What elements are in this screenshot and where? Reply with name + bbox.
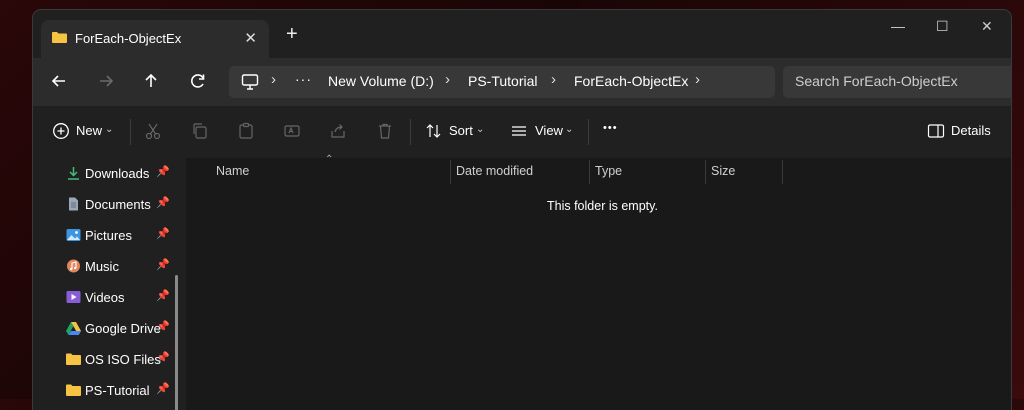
sidebar-item-os-iso-files[interactable]: OS ISO Files 📌 — [66, 350, 186, 370]
share-icon[interactable] — [329, 122, 347, 140]
sidebar-item-label: PS-Tutorial — [85, 383, 150, 398]
navigation-bar: › ··· New Volume (D:) › PS-Tutorial › Fo… — [33, 58, 1011, 106]
sidebar-item-label: Pictures — [85, 228, 132, 243]
breadcrumb-more[interactable]: ··· — [295, 71, 312, 87]
close-tab-icon[interactable]: ✕ — [244, 29, 257, 47]
pin-icon: 📌 — [156, 321, 170, 333]
pin-icon: 📌 — [156, 259, 170, 271]
pictures-icon — [66, 229, 81, 241]
chevron-down-icon[interactable]: ⌄ — [105, 124, 113, 135]
details-pane-icon[interactable] — [927, 122, 945, 140]
chevron-right-icon[interactable]: › — [695, 71, 700, 88]
sidebar-item-label: OS ISO Files — [85, 352, 161, 367]
sidebar-item-downloads[interactable]: Downloads 📌 — [66, 164, 186, 184]
tab-foreach-objectex[interactable]: ForEach-ObjectEx ✕ — [41, 20, 269, 58]
folder-icon — [66, 384, 81, 396]
pin-icon: 📌 — [156, 166, 170, 178]
command-bar: New ⌄ Sort ⌄ View ⌄ ••• Details — [33, 106, 1011, 159]
file-list: ⌃ Name Date modified Type Size This fold… — [186, 154, 1011, 410]
search-input[interactable]: Search ForEach-ObjectEx — [795, 73, 958, 89]
column-header-date-modified[interactable]: Date modified — [456, 164, 533, 178]
google-drive-icon — [66, 322, 81, 335]
chevron-down-icon[interactable]: ⌄ — [476, 124, 484, 135]
chevron-right-icon[interactable]: › — [551, 71, 556, 88]
sidebar-item-music[interactable]: Music 📌 — [66, 257, 186, 277]
folder-icon — [52, 32, 67, 43]
sidebar-item-label: Music — [85, 259, 119, 274]
empty-folder-message: This folder is empty. — [547, 199, 658, 213]
tab-title: ForEach-ObjectEx — [75, 31, 182, 46]
new-tab-button[interactable]: + — [286, 24, 298, 44]
minimize-button[interactable]: — — [891, 18, 905, 34]
forward-arrow-icon[interactable] — [96, 71, 116, 91]
sidebar-item-label: Downloads — [85, 166, 150, 181]
refresh-icon[interactable] — [188, 71, 208, 91]
chevron-right-icon[interactable]: › — [445, 71, 450, 88]
column-divider[interactable] — [589, 160, 590, 184]
sidebar-item-google-drive[interactable]: Google Drive 📌 — [66, 319, 186, 339]
pin-icon: 📌 — [156, 290, 170, 302]
pin-icon: 📌 — [156, 352, 170, 364]
breadcrumb-ps-tutorial[interactable]: PS-Tutorial — [468, 73, 538, 89]
delete-icon[interactable] — [376, 122, 394, 140]
maximize-button[interactable]: ☐ — [936, 18, 949, 35]
videos-icon — [66, 291, 81, 303]
up-arrow-icon[interactable] — [141, 71, 161, 91]
title-bar: ForEach-ObjectEx ✕ + — ☐ ✕ — [33, 10, 1011, 58]
sidebar-item-label: Videos — [85, 290, 125, 305]
column-divider[interactable] — [782, 160, 783, 184]
close-window-button[interactable]: ✕ — [981, 18, 993, 35]
details-button[interactable]: Details — [951, 123, 991, 138]
column-header-size[interactable]: Size — [711, 164, 735, 178]
column-header-name[interactable]: Name — [216, 164, 249, 178]
sidebar-item-videos[interactable]: Videos 📌 — [66, 288, 186, 308]
column-header-type[interactable]: Type — [595, 164, 622, 178]
sort-ascending-icon: ⌃ — [325, 154, 334, 165]
search-box[interactable]: Search ForEach-ObjectEx — [783, 66, 1011, 98]
rename-icon[interactable] — [283, 122, 301, 140]
sidebar-item-label: Google Drive — [85, 321, 161, 336]
sidebar-item-pictures[interactable]: Pictures 📌 — [66, 226, 186, 246]
view-button[interactable]: View — [535, 123, 563, 138]
back-arrow-icon[interactable] — [49, 71, 69, 91]
this-pc-icon[interactable] — [241, 73, 259, 91]
breadcrumb-new-volume[interactable]: New Volume (D:) — [328, 73, 434, 89]
file-explorer-window: ForEach-ObjectEx ✕ + — ☐ ✕ › ··· New Vol… — [33, 10, 1011, 410]
paste-icon[interactable] — [237, 122, 255, 140]
sort-button[interactable]: Sort — [449, 123, 473, 138]
see-more-button[interactable]: ••• — [603, 122, 618, 134]
sidebar-scrollbar[interactable] — [175, 275, 178, 410]
pin-icon: 📌 — [156, 383, 170, 395]
navigation-pane: Downloads 📌 Documents 📌 Pictures 📌 Music… — [33, 158, 186, 410]
new-button[interactable]: New — [76, 123, 102, 138]
sidebar-item-label: Documents — [85, 197, 151, 212]
sort-icon[interactable] — [425, 122, 443, 140]
pin-icon: 📌 — [156, 197, 170, 209]
breadcrumb-foreach-objectex[interactable]: ForEach-ObjectEx — [574, 73, 688, 89]
divider — [410, 119, 411, 145]
pin-icon: 📌 — [156, 228, 170, 240]
view-list-icon[interactable] — [510, 122, 528, 140]
download-icon — [68, 167, 79, 180]
cut-icon[interactable] — [144, 122, 162, 140]
chevron-right-icon[interactable]: › — [271, 71, 276, 88]
folder-icon — [66, 353, 81, 365]
sidebar-item-ps-tutorial[interactable]: PS-Tutorial 📌 — [66, 381, 186, 401]
document-icon — [69, 197, 78, 211]
address-bar[interactable]: › ··· New Volume (D:) › PS-Tutorial › Fo… — [229, 66, 775, 98]
column-divider[interactable] — [450, 160, 451, 184]
column-divider[interactable] — [705, 160, 706, 184]
music-icon — [67, 259, 80, 273]
copy-icon[interactable] — [191, 122, 209, 140]
new-plus-circle-icon[interactable] — [52, 122, 70, 140]
chevron-down-icon[interactable]: ⌄ — [565, 124, 573, 135]
divider — [588, 119, 589, 145]
divider — [130, 119, 131, 145]
sidebar-item-documents[interactable]: Documents 📌 — [66, 195, 186, 215]
